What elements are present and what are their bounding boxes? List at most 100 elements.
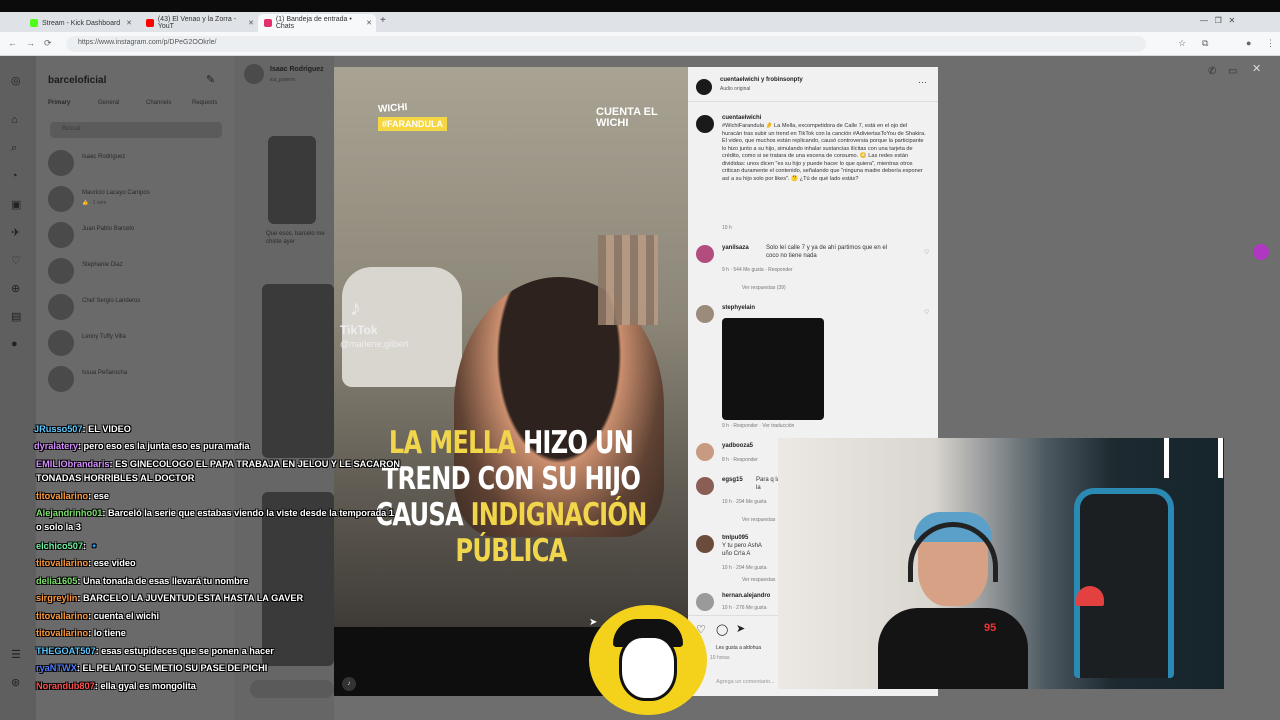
- call-icon[interactable]: ✆: [1208, 66, 1216, 77]
- compose-icon[interactable]: ✎: [206, 73, 215, 86]
- conversation-item[interactable]: Isaac Rodriguez: [48, 148, 218, 178]
- share-icon[interactable]: ➤: [736, 622, 745, 635]
- create-icon[interactable]: ⊕: [11, 282, 20, 295]
- post-header-user[interactable]: cuentaelwichi y frobinsonpty: [720, 77, 803, 83]
- reels-icon[interactable]: ▣: [11, 198, 21, 211]
- close-tab-icon[interactable]: ✕: [366, 19, 372, 27]
- chat-message: elchico507: 🔹: [36, 539, 100, 553]
- cuenta-el-wichi-watermark: CUENTA EL WICHI: [596, 106, 658, 129]
- conversation-item[interactable]: Chef Sergio Landeros: [48, 292, 218, 322]
- like-comment-icon[interactable]: ♡: [924, 249, 929, 256]
- chat-username: titovallarino: [36, 558, 89, 568]
- tab-general[interactable]: General: [98, 100, 119, 106]
- profile-icon[interactable]: ●: [1246, 38, 1251, 48]
- tiktok-logo-icon: ♪: [350, 295, 361, 320]
- dashboard-icon[interactable]: ▤: [11, 310, 21, 323]
- menu-icon[interactable]: ⋮: [1266, 38, 1275, 49]
- view-replies-link[interactable]: Ver respuestas: [742, 517, 775, 523]
- chat-text: : Una tonada de esas llevará tu nombre: [77, 576, 249, 586]
- star-icon[interactable]: ☆: [1178, 38, 1186, 49]
- instagram-logo-icon[interactable]: ◎: [11, 74, 21, 87]
- new-tab-button[interactable]: +: [380, 15, 386, 26]
- more-options-icon[interactable]: ···: [918, 77, 927, 87]
- url-input[interactable]: https://www.instagram.com/p/DPeG2OOkrle/: [66, 36, 1146, 52]
- chat-username: elchico507: [36, 541, 83, 551]
- chat-username: delia1605: [36, 576, 78, 586]
- chat-message: dyralatery: pero eso es la junta eso es …: [34, 439, 250, 453]
- chat-message: EMILIObrandaris: ES GINECOLOGO EL PAPA T…: [36, 457, 402, 485]
- video-headline: LA MELLA HIZO UN TREND CON SU HIJO CAUSA…: [373, 425, 649, 569]
- post-header-audio[interactable]: Audio original: [720, 86, 750, 92]
- comment-meta: 9 h · 544 Me gusta · Responder: [722, 267, 793, 273]
- chat-header-avatar: [244, 64, 264, 84]
- comment-user[interactable]: yanilsaza: [722, 245, 749, 251]
- shared-post-thumbnail[interactable]: [268, 136, 316, 224]
- tab-label: (1) Bandeja de entrada • Chats: [275, 16, 352, 30]
- view-replies-link[interactable]: Ver respuestas (39): [742, 285, 786, 291]
- view-replies-link[interactable]: Ver respuestas: [742, 577, 775, 583]
- comment-user[interactable]: yadbooza5: [722, 443, 753, 449]
- comment-user[interactable]: stephyelain: [722, 305, 755, 311]
- avatar: [48, 294, 74, 320]
- likes-summary[interactable]: Les gusta a aldohua: [716, 645, 761, 651]
- tab-requests[interactable]: Requests: [192, 100, 217, 106]
- chat-username: titovallarino: [36, 491, 89, 501]
- wichi-label: WICHI: [377, 101, 408, 116]
- conversation-item[interactable]: Juan Pablo Barcelo: [48, 220, 218, 250]
- messages-icon[interactable]: ✈: [11, 226, 20, 239]
- conversation-item[interactable]: Stephanie Diaz: [48, 256, 218, 286]
- avatar: [48, 258, 74, 284]
- tiktok-wordmark: TikTok: [340, 323, 378, 337]
- browser-tab-bar: Stream - Kick Dashboard ✕ (43) El Venao …: [0, 12, 1280, 32]
- conversation-name: Stephanie Diaz: [82, 262, 123, 268]
- conversation-item[interactable]: Issua Peñarocha: [48, 364, 218, 394]
- like-comment-icon[interactable]: ♡: [924, 309, 929, 316]
- explore-icon[interactable]: ◔: [11, 170, 18, 182]
- tab-youtube[interactable]: (43) El Venao y la Zorra - YouT ✕: [140, 14, 258, 32]
- search-icon[interactable]: ⌕: [11, 142, 17, 155]
- comment-sticker-image: [722, 318, 824, 420]
- inbox-search-input[interactable]: Buscar: [50, 122, 222, 138]
- window-controls[interactable]: — ❐ ✕: [1200, 16, 1235, 25]
- extension-floating-icon[interactable]: [1253, 244, 1269, 260]
- back-icon[interactable]: ←: [8, 38, 17, 48]
- tab-channels[interactable]: Channels: [146, 100, 171, 106]
- comment-user[interactable]: tmlpu095: [722, 535, 748, 541]
- chat-header-name[interactable]: Isaac Rodriguez: [270, 66, 324, 73]
- meta-icon[interactable]: ⊛: [11, 676, 20, 689]
- chat-message: THEGOAT507: esas estupideces que se pone…: [36, 644, 274, 658]
- chat-message: Alejandrinho01: Barceló la serie que est…: [36, 506, 402, 534]
- comment-user[interactable]: hernan.alejandro: [722, 593, 770, 599]
- comment-user[interactable]: egsg15: [722, 477, 743, 483]
- caption-user[interactable]: cuentaelwichi: [722, 115, 761, 121]
- extensions-icon[interactable]: ⧉: [1202, 38, 1208, 49]
- tab-instagram[interactable]: (1) Bandeja de entrada • Chats ✕: [258, 14, 376, 32]
- blurred-face: [598, 235, 658, 325]
- avatar: [696, 245, 714, 263]
- add-comment-input[interactable]: Agrega un comentario...: [716, 679, 775, 685]
- instagram-nav-rail: ◎ ⌂ ⌕ ◔ ▣ ✈ ♡ ⊕ ▤ ● ☰ ⊛: [0, 56, 36, 720]
- home-icon[interactable]: ⌂: [11, 114, 18, 126]
- avatar: [48, 366, 74, 392]
- video-call-icon[interactable]: ▭: [1228, 66, 1237, 77]
- comment-text: Y tu pero AshA uño Cr!a A: [722, 543, 762, 557]
- headline-part: PÚBLICA: [455, 533, 567, 569]
- chat-username: ryaNTWX: [36, 663, 77, 673]
- notifications-icon[interactable]: ♡: [11, 254, 21, 267]
- conversation-item[interactable]: Mauricio Lacayo Campos 👍 · 1 sem: [48, 184, 218, 214]
- forward-icon[interactable]: →: [26, 38, 35, 48]
- comment-icon[interactable]: ◯: [716, 623, 728, 636]
- close-tab-icon[interactable]: ✕: [248, 19, 254, 27]
- avatar: [48, 330, 74, 356]
- close-modal-icon[interactable]: ✕: [1252, 62, 1261, 75]
- close-tab-icon[interactable]: ✕: [126, 19, 132, 27]
- conversation-item[interactable]: Lenny Tuffy Villa: [48, 328, 218, 358]
- reload-icon[interactable]: ⟳: [44, 38, 52, 49]
- tab-primary[interactable]: Primary: [48, 100, 70, 106]
- tab-kick[interactable]: Stream - Kick Dashboard ✕: [24, 14, 136, 32]
- post-author-avatar[interactable]: [696, 79, 712, 95]
- profile-avatar-icon[interactable]: ●: [11, 338, 18, 350]
- account-title[interactable]: barceloficial: [48, 75, 106, 86]
- avatar: [696, 305, 714, 323]
- more-menu-icon[interactable]: ☰: [11, 648, 21, 661]
